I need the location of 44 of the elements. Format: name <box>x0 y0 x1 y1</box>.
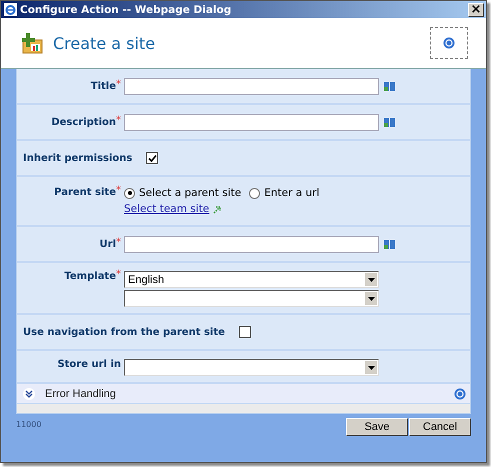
expand-icon[interactable] <box>23 388 35 400</box>
dialog-button[interactable]: Save <box>346 418 408 436</box>
required-mark: * <box>116 80 121 88</box>
section-title: Error Handling <box>45 388 117 400</box>
radio-label[interactable]: Select a parent site <box>139 187 242 199</box>
arrow-icon <box>213 204 222 214</box>
checkbox[interactable] <box>146 152 158 164</box>
page-title: Create a site <box>53 34 156 52</box>
field-label: Title <box>90 80 116 92</box>
checkbox[interactable] <box>238 326 251 338</box>
help-icon[interactable] <box>454 388 466 400</box>
site-add-icon <box>21 32 43 54</box>
browser-icon <box>4 3 17 16</box>
help-icon <box>443 37 455 49</box>
window-title: Configure Action -- Webpage Dialog <box>20 4 232 16</box>
dropdown[interactable]: English <box>124 271 379 288</box>
field-label: Parent site <box>54 187 116 198</box>
close-button[interactable]: × <box>468 2 484 16</box>
field-label: Inherit permissions <box>23 152 132 164</box>
text-field[interactable] <box>124 236 379 252</box>
required-mark: * <box>116 271 121 279</box>
section-header[interactable]: Error Handling <box>17 384 470 404</box>
field-label: Template <box>64 271 116 282</box>
required-mark: * <box>116 238 121 246</box>
field-label: Use navigation from the parent site <box>23 326 225 338</box>
radio-button[interactable] <box>249 188 260 198</box>
field-label: Url <box>100 238 116 250</box>
field-label: Description <box>51 116 116 128</box>
field-label: Store url in <box>57 359 121 370</box>
dropdown-arrow-icon <box>368 296 374 300</box>
text-field[interactable] <box>124 114 379 130</box>
status-code: 11000 <box>16 419 42 429</box>
radio-button[interactable] <box>124 188 135 198</box>
dropdown-arrow-icon <box>368 278 374 282</box>
radio-label[interactable]: Enter a url <box>264 187 320 199</box>
team-site-link[interactable]: Select team site <box>124 203 210 215</box>
dropdown[interactable] <box>124 290 379 307</box>
help-button[interactable] <box>430 27 468 59</box>
required-mark: * <box>116 116 121 124</box>
text-field[interactable] <box>124 78 379 94</box>
dropdown[interactable] <box>124 359 379 376</box>
required-mark: * <box>116 187 121 195</box>
dialog-button[interactable]: Cancel <box>409 418 471 436</box>
dropdown-arrow-icon <box>368 366 374 370</box>
